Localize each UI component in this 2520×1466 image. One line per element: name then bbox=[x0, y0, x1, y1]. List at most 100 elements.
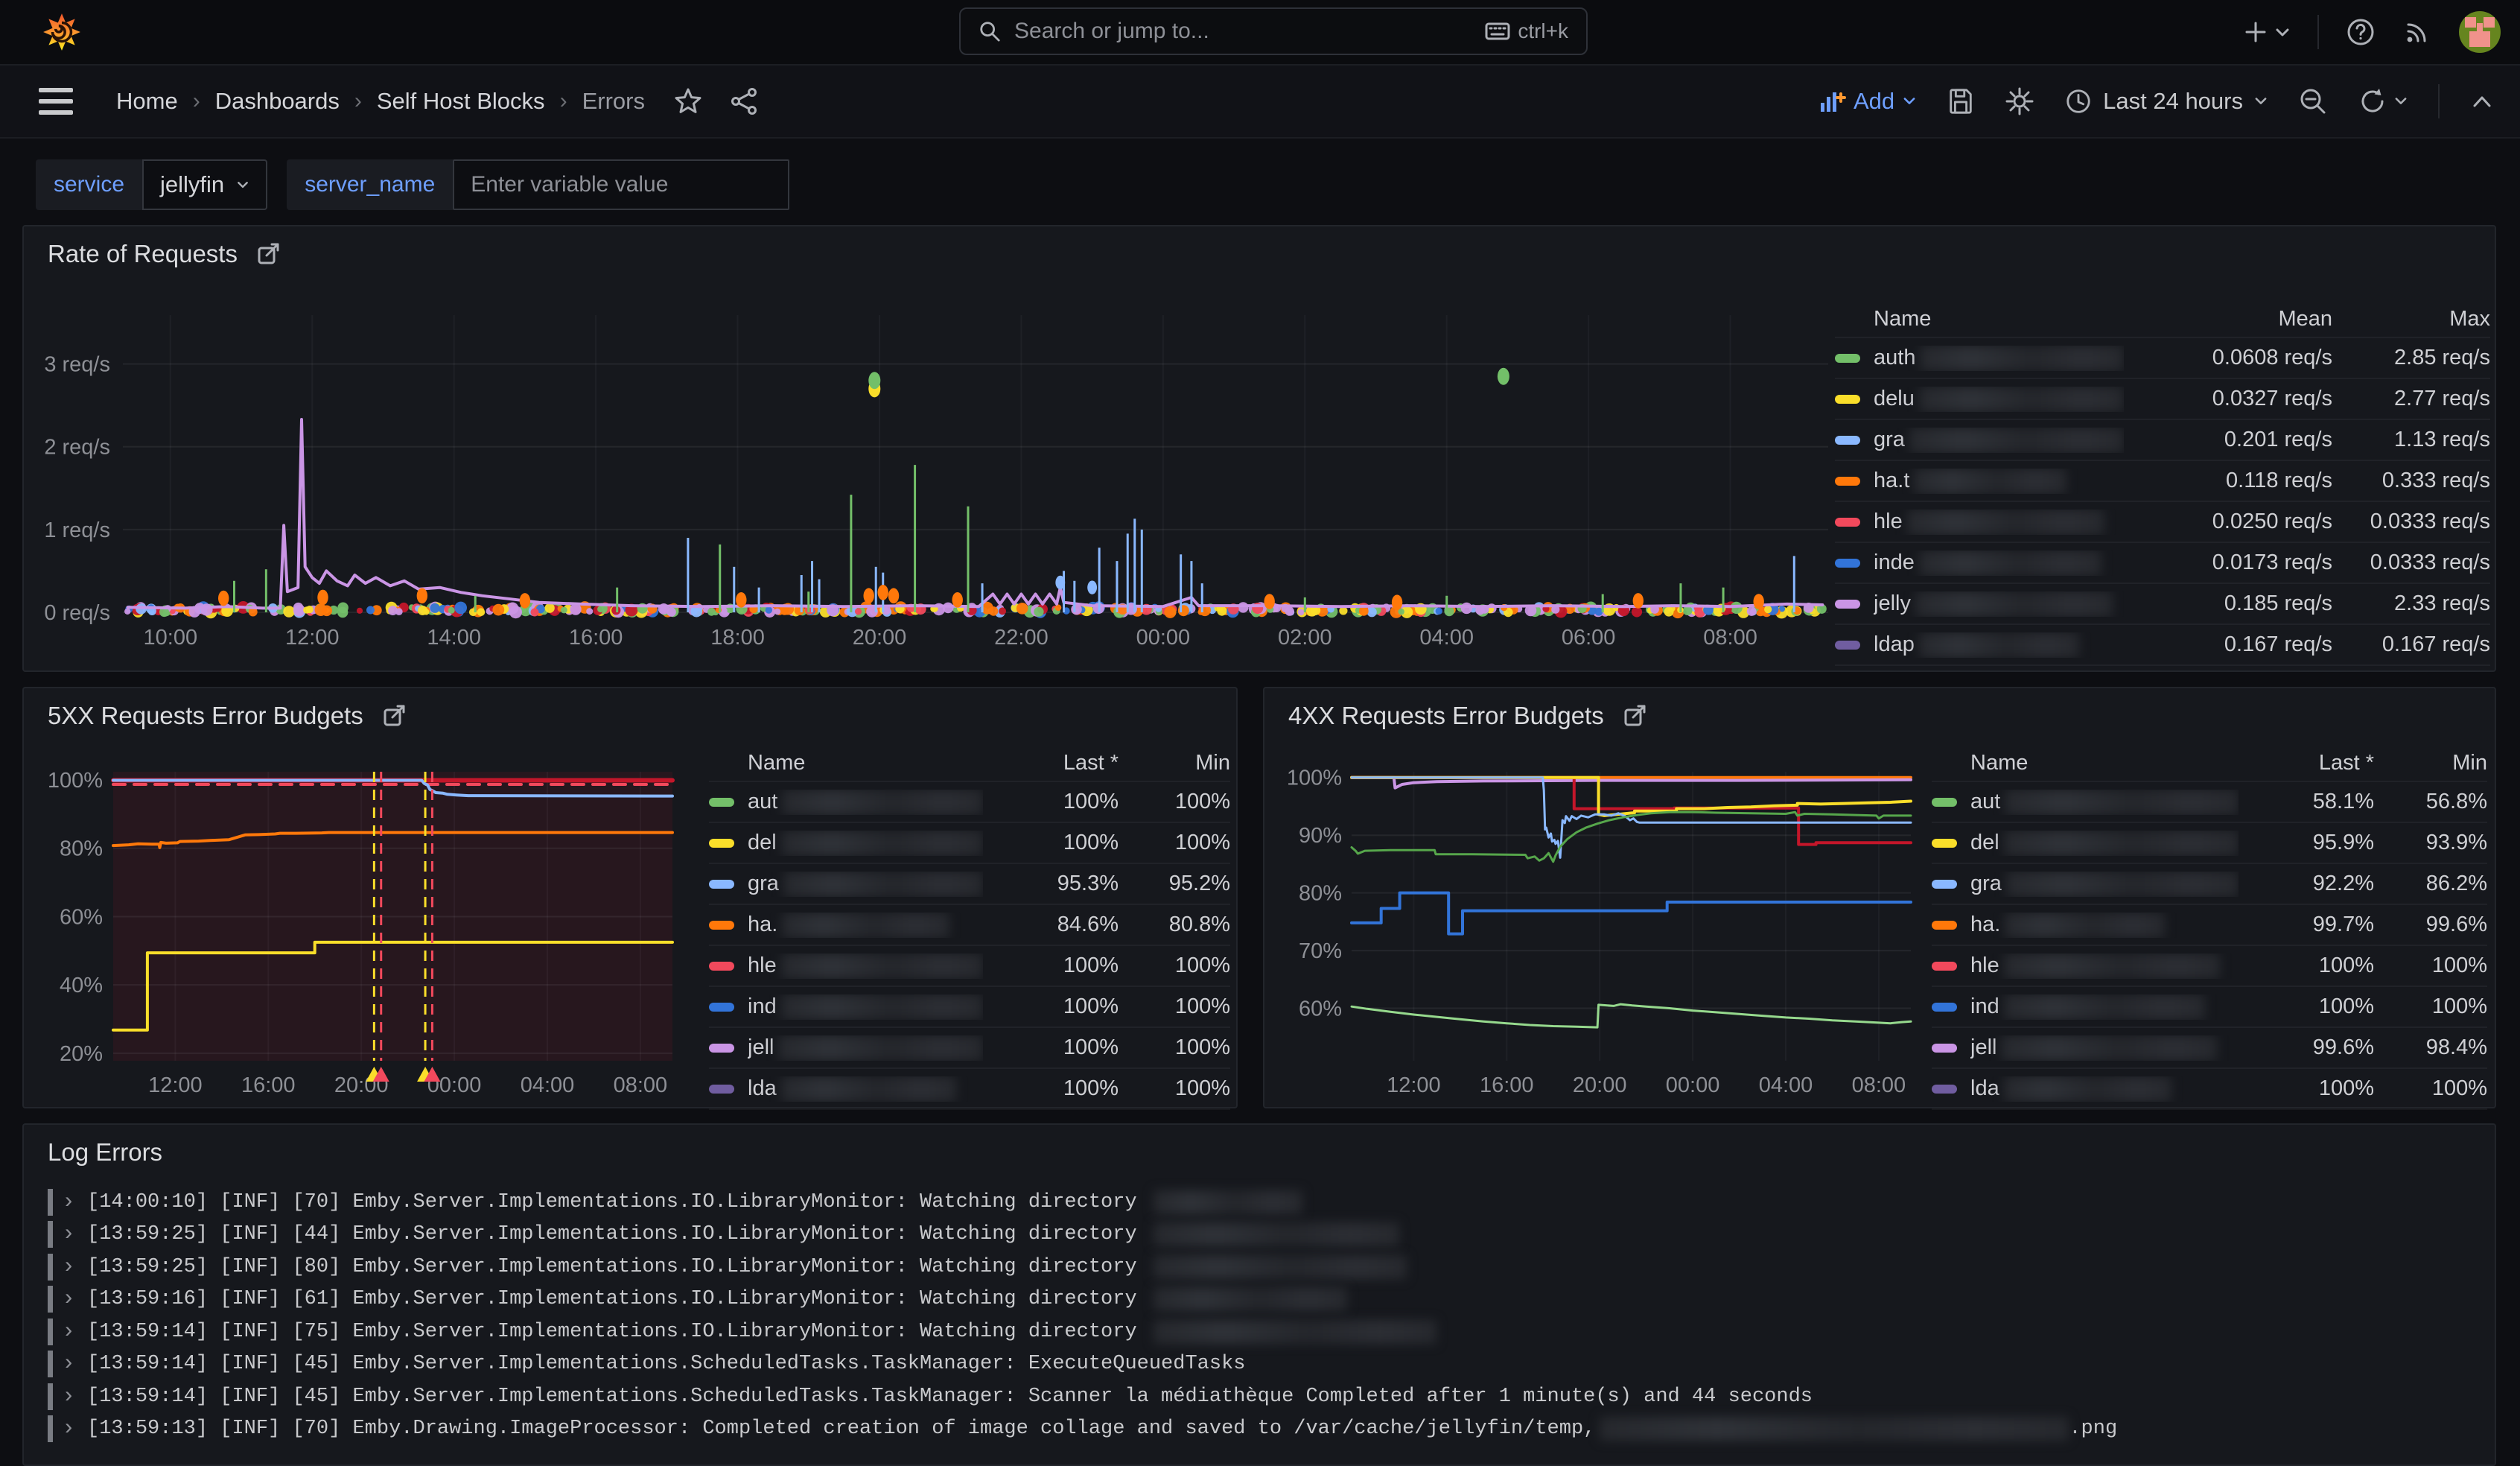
series-name: ind bbox=[1970, 994, 2239, 1020]
user-avatar[interactable] bbox=[2459, 11, 2501, 53]
legend-col-1[interactable]: Last * bbox=[983, 751, 1119, 775]
legend-col-2[interactable]: Min bbox=[2374, 751, 2487, 775]
breadcrumb-folder[interactable]: Self Host Blocks bbox=[377, 88, 545, 115]
chevron-down-icon bbox=[236, 180, 249, 190]
settings-gear-icon[interactable] bbox=[2005, 86, 2034, 116]
legend-value-2: 100% bbox=[2374, 1076, 2487, 1101]
refresh-button[interactable] bbox=[2358, 86, 2408, 116]
legend-header: NameLast *Min bbox=[709, 745, 1230, 782]
breadcrumb-home[interactable]: Home bbox=[116, 88, 178, 115]
expand-log-icon[interactable]: › bbox=[62, 1254, 75, 1280]
legend-row[interactable]: ldap0.167 req/s0.167 req/s bbox=[1835, 625, 2490, 666]
legend-row[interactable]: hle0.0250 req/s0.0333 req/s bbox=[1835, 502, 2490, 543]
legend-value-2: 2.85 req/s bbox=[2332, 346, 2490, 370]
expand-log-icon[interactable]: › bbox=[62, 1351, 75, 1377]
zoom-out-icon[interactable] bbox=[2298, 86, 2328, 116]
5xx-chart[interactable] bbox=[113, 772, 672, 1062]
expand-log-icon[interactable]: › bbox=[62, 1286, 75, 1312]
redacted-log-text bbox=[1154, 1287, 1347, 1311]
legend-row[interactable]: gra0.201 req/s1.13 req/s bbox=[1835, 420, 2490, 461]
legend-row[interactable]: lda100%100% bbox=[1932, 1069, 2487, 1110]
legend-col-1[interactable]: Mean bbox=[2124, 307, 2332, 331]
legend-row[interactable]: del95.9%93.9% bbox=[1932, 823, 2487, 864]
time-range-picker[interactable]: Last 24 hours bbox=[2064, 87, 2268, 115]
log-row[interactable]: ›[13:59:13] [INF] [70] Emby.Drawing.Imag… bbox=[48, 1413, 2480, 1446]
log-row[interactable]: ›[14:00:10] [INF] [70] Emby.Server.Imple… bbox=[48, 1186, 2480, 1219]
search-input[interactable]: Search or jump to... ctrl+k bbox=[959, 7, 1588, 55]
redacted-series-name bbox=[782, 913, 949, 938]
legend-col-2[interactable]: Max bbox=[2332, 307, 2490, 331]
legend-row[interactable]: jell100%100% bbox=[709, 1028, 1230, 1069]
legend-row[interactable]: ind100%100% bbox=[1932, 987, 2487, 1028]
new-button[interactable] bbox=[2243, 19, 2291, 45]
legend-row[interactable]: gra92.2%86.2% bbox=[1932, 864, 2487, 905]
legend-col-name[interactable]: Name bbox=[1874, 307, 2124, 331]
variable-service-value-dropdown[interactable]: jellyfin bbox=[142, 159, 267, 210]
legend-row[interactable]: hle100%100% bbox=[1932, 946, 2487, 987]
log-row[interactable]: ›[13:59:16] [INF] [61] Emby.Server.Imple… bbox=[48, 1283, 2480, 1316]
series-name-prefix: jelly bbox=[1874, 591, 1911, 616]
save-dashboard-icon[interactable] bbox=[1947, 87, 1975, 115]
4xx-chart[interactable] bbox=[1352, 772, 1911, 1062]
rate-chart[interactable] bbox=[123, 315, 1828, 613]
legend-row[interactable]: aut58.1%56.8% bbox=[1932, 782, 2487, 823]
redacted-series-name bbox=[2004, 994, 2205, 1020]
series-name-prefix: gra bbox=[1874, 428, 1905, 452]
redacted-series-name bbox=[2006, 872, 2239, 897]
log-row[interactable]: ›[13:59:25] [INF] [44] Emby.Server.Imple… bbox=[48, 1219, 2480, 1251]
expand-log-icon[interactable]: › bbox=[62, 1416, 75, 1441]
log-text: [13:59:14] [INF] [75] Emby.Server.Implem… bbox=[87, 1321, 1149, 1343]
expand-log-icon[interactable]: › bbox=[62, 1319, 75, 1345]
redacted-log-text bbox=[1154, 1255, 1407, 1279]
news-button[interactable] bbox=[2402, 17, 2432, 47]
legend-row[interactable]: jell99.6%98.4% bbox=[1932, 1028, 2487, 1069]
expand-log-icon[interactable]: › bbox=[62, 1384, 75, 1409]
panel-logs-title[interactable]: Log Errors bbox=[48, 1138, 162, 1167]
panel-4xx-title[interactable]: 4XX Requests Error Budgets bbox=[1288, 702, 1647, 730]
legend-col-2[interactable]: Min bbox=[1119, 751, 1230, 775]
legend-col-name[interactable]: Name bbox=[748, 751, 983, 775]
panel-5xx-title[interactable]: 5XX Requests Error Budgets bbox=[48, 702, 407, 730]
redacted-series-name bbox=[1909, 428, 2124, 453]
star-icon[interactable] bbox=[673, 86, 703, 116]
menu-toggle-button[interactable] bbox=[39, 88, 73, 115]
legend-col-name[interactable]: Name bbox=[1970, 751, 2239, 775]
series-name-prefix: ind bbox=[1970, 994, 1999, 1019]
help-button[interactable] bbox=[2346, 17, 2376, 47]
grafana-logo[interactable] bbox=[42, 12, 82, 52]
series-name-prefix: gra bbox=[748, 872, 779, 896]
log-row[interactable]: › [13:59:14] [INF] [75] Emby.Server.Imple… bbox=[48, 1316, 2480, 1348]
series-name: hle bbox=[748, 953, 983, 979]
legend-row[interactable]: ha.t0.118 req/s0.333 req/s bbox=[1835, 461, 2490, 502]
series-name: auth bbox=[1874, 346, 2124, 371]
log-row[interactable]: ›[13:59:14] [INF] [45] Emby.Server.Imple… bbox=[48, 1380, 2480, 1413]
series-color-pill bbox=[1932, 921, 1957, 930]
legend-col-1[interactable]: Last * bbox=[2239, 751, 2374, 775]
breadcrumb: Home › Dashboards › Self Host Blocks › E… bbox=[116, 88, 645, 115]
legend-row[interactable]: aut100%100% bbox=[709, 782, 1230, 823]
expand-log-icon[interactable]: › bbox=[62, 1222, 75, 1247]
legend-row[interactable]: ha.84.6%80.8% bbox=[709, 905, 1230, 946]
legend-row[interactable]: lda100%100% bbox=[709, 1069, 1230, 1110]
series-name: lda bbox=[1970, 1076, 2239, 1102]
legend-row[interactable]: auth0.0608 req/s2.85 req/s bbox=[1835, 338, 2490, 379]
legend-row[interactable]: delu0.0327 req/s2.77 req/s bbox=[1835, 379, 2490, 420]
legend-row[interactable]: ha.99.7%99.6% bbox=[1932, 905, 2487, 946]
expand-log-icon[interactable]: › bbox=[62, 1190, 75, 1215]
series-color-pill bbox=[1835, 559, 1860, 568]
legend-row[interactable]: inde0.0173 req/s0.0333 req/s bbox=[1835, 543, 2490, 584]
log-row[interactable]: ›[13:59:14] [INF] [45] Emby.Server.Imple… bbox=[48, 1348, 2480, 1381]
legend-value-2: 100% bbox=[2374, 994, 2487, 1019]
panel-rate-title[interactable]: Rate of Requests bbox=[48, 240, 281, 268]
variable-server-name-input[interactable]: Enter variable value bbox=[453, 159, 789, 210]
add-panel-button[interactable]: Add bbox=[1819, 88, 1917, 115]
breadcrumb-dashboards[interactable]: Dashboards bbox=[215, 88, 340, 115]
legend-row[interactable]: del100%100% bbox=[709, 823, 1230, 864]
log-row[interactable]: ›[13:59:25] [INF] [80] Emby.Server.Imple… bbox=[48, 1251, 2480, 1283]
legend-row[interactable]: jelly0.185 req/s2.33 req/s bbox=[1835, 584, 2490, 625]
legend-row[interactable]: ind100%100% bbox=[709, 987, 1230, 1028]
share-icon[interactable] bbox=[730, 86, 760, 116]
legend-row[interactable]: hle100%100% bbox=[709, 946, 1230, 987]
legend-row[interactable]: gra95.3%95.2% bbox=[709, 864, 1230, 905]
collapse-header-icon[interactable] bbox=[2469, 92, 2495, 110]
